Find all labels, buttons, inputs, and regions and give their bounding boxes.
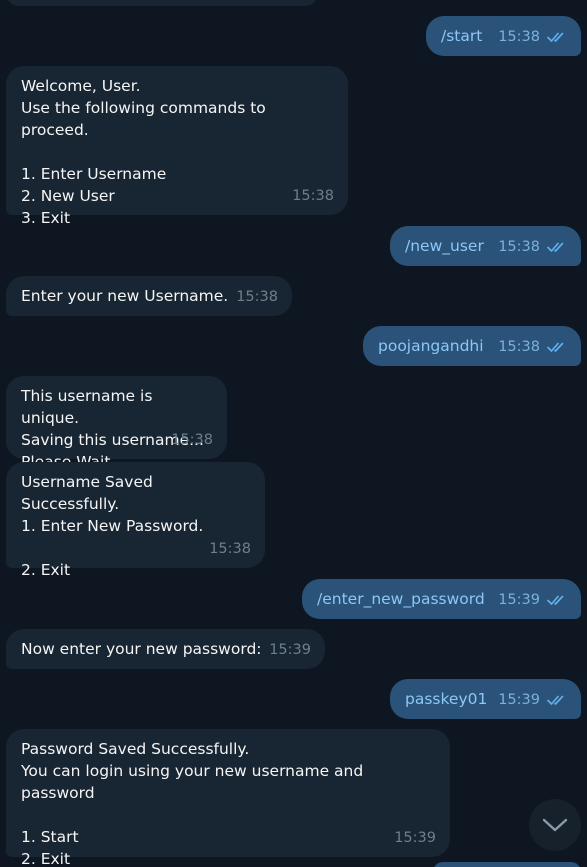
message-time: 15:39	[498, 592, 540, 608]
message-meta: 15:39	[498, 589, 567, 611]
chat-history[interactable]: /start 15:38 Welcome, User. Use the foll…	[0, 0, 587, 867]
message-outgoing[interactable]: /new_user 15:38	[390, 226, 581, 266]
message-incoming[interactable]: Password Saved Successfully. You can log…	[6, 729, 450, 867]
message-time: 15:38	[498, 239, 540, 255]
message-meta: 15:38	[292, 185, 334, 207]
message-incoming[interactable]: This username is unique. Saving this use…	[6, 376, 227, 471]
message-outgoing[interactable]: passkey01 15:39	[390, 679, 581, 719]
message-text: Username Saved Successfully. 1. Enter Ne…	[21, 473, 204, 579]
message-incoming[interactable]: Welcome, User. Use the following command…	[6, 66, 348, 227]
double-check-icon	[547, 695, 564, 705]
message-time: 15:39	[394, 830, 436, 846]
message-meta: 15:39	[498, 689, 567, 711]
previous-incoming-message	[6, 0, 318, 6]
chevron-down-icon	[542, 818, 568, 832]
message-meta: 15:38	[209, 538, 251, 560]
double-check-icon	[547, 595, 564, 605]
message-text: Welcome, User. Use the following command…	[21, 77, 266, 227]
message-time: 15:38	[171, 432, 213, 448]
message-text: Now enter your new password:	[21, 640, 262, 658]
message-outgoing[interactable]: /start 15:38	[426, 16, 581, 56]
message-outgoing[interactable]: poojangandhi 15:38	[363, 326, 581, 366]
message-time: 15:38	[209, 541, 251, 557]
double-check-icon	[547, 342, 564, 352]
message-incoming[interactable]: Now enter your new password: 15:39	[6, 629, 325, 669]
double-check-icon	[547, 242, 564, 252]
message-meta: 15:38	[498, 236, 567, 258]
message-text: Password Saved Successfully. You can log…	[21, 740, 364, 867]
message-meta: 15:39	[394, 827, 436, 849]
message-incoming[interactable]: Enter your new Username. 15:38	[6, 276, 292, 316]
message-meta: 15:38	[171, 429, 213, 451]
message-meta: 15:38	[498, 26, 567, 48]
message-meta: 15:38	[236, 286, 278, 308]
message-outgoing[interactable]: /enter_new_password 15:39	[302, 579, 581, 619]
double-check-icon	[547, 32, 564, 42]
message-incoming[interactable]: Username Saved Successfully. 1. Enter Ne…	[6, 462, 265, 579]
message-meta: 15:39	[269, 639, 311, 661]
scroll-to-bottom-button[interactable]	[529, 799, 581, 851]
message-time: 15:38	[498, 29, 540, 45]
message-time: 15:39	[498, 692, 540, 708]
message-time: 15:38	[292, 188, 334, 204]
message-time: 15:38	[498, 339, 540, 355]
next-outgoing-message	[433, 862, 581, 867]
message-meta: 15:38	[498, 336, 567, 358]
message-time: 15:38	[236, 289, 278, 305]
message-time: 15:39	[269, 642, 311, 658]
